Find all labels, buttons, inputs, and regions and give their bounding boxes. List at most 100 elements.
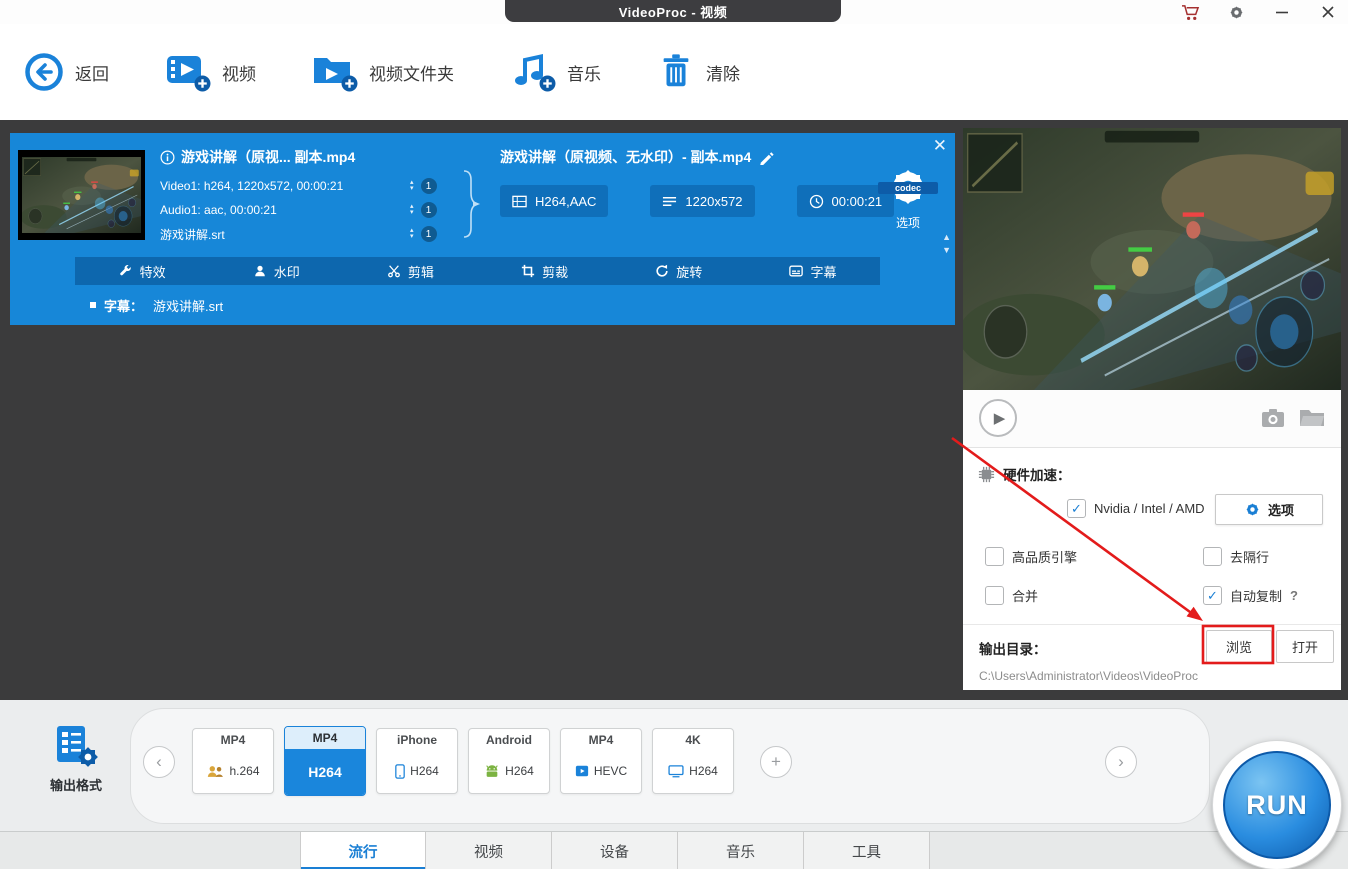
file-scroll-spinners[interactable]: ▲ ▼: [942, 233, 951, 255]
output-format-button[interactable]: 输出格式: [38, 724, 114, 794]
audio-track-row: Audio1: aac, 00:00:21 ▴ ▾ 1: [160, 201, 450, 219]
format-card-top-label: MP4: [285, 727, 365, 749]
edit-tab-rotate[interactable]: 旋转: [612, 257, 746, 285]
settings-panel: 硬件加速： Nvidia / Intel / AMD 选项 高品质引擎 去隔行: [963, 448, 1341, 690]
format-card-mp4-h264-legacy[interactable]: MP4 h.264: [192, 728, 274, 794]
tab-label: 流行: [348, 844, 378, 861]
add-format-button[interactable]: +: [760, 746, 792, 778]
audio-track-label: Audio1: aac, 00:00:21: [160, 203, 277, 217]
format-card-bottom-label: HEVC: [593, 764, 628, 778]
format-card-4k-h264[interactable]: 4K H264: [652, 728, 734, 794]
tab-label: 音乐: [726, 844, 755, 861]
tab-video[interactable]: 视频: [426, 832, 552, 869]
edit-tab-subtitle[interactable]: 字幕: [746, 257, 880, 285]
close-button[interactable]: [1318, 2, 1338, 22]
format-card-bottom-label: H264: [505, 764, 534, 778]
tab-tools[interactable]: 工具: [804, 832, 930, 869]
add-music-button[interactable]: 音乐: [510, 51, 601, 93]
scroll-left-button[interactable]: ‹: [143, 746, 175, 778]
tab-music[interactable]: 音乐: [678, 832, 804, 869]
clear-button[interactable]: 清除: [657, 52, 740, 92]
subtitle-track-row: 游戏讲解.srt ▴ ▾ 1: [160, 225, 450, 243]
merge-checkbox[interactable]: [985, 586, 1004, 605]
chevron-right-icon: ›: [1118, 752, 1124, 771]
minimize-button[interactable]: [1272, 2, 1292, 22]
format-card-top-label: Android: [486, 733, 532, 747]
file-panel: 游戏讲解（原视... 副本.mp4 Video1: h264, 1220x572…: [10, 133, 955, 325]
people-icon: [208, 765, 224, 777]
auto-copy-checkbox[interactable]: [1203, 586, 1222, 605]
video-preview[interactable]: [963, 128, 1341, 390]
crop-icon: [521, 264, 535, 278]
format-card-iphone-h264[interactable]: iPhone H264: [376, 728, 458, 794]
add-video-label: 视频: [222, 64, 256, 84]
open-button[interactable]: 打开: [1276, 630, 1334, 663]
audio-track-count-badge: 1: [420, 202, 437, 218]
edit-tab-crop[interactable]: 剪裁: [478, 257, 612, 285]
hardware-accel-row: 硬件加速：: [977, 464, 1071, 484]
film-frame-icon: [512, 195, 527, 207]
format-card-mp4-h264-selected[interactable]: MP4 H264: [284, 726, 366, 796]
video-folder-plus-icon: [314, 58, 358, 92]
codec-options-label: 选项: [895, 216, 920, 230]
format-card-bottom-label: H264: [410, 764, 439, 778]
video-track-stepper-icon[interactable]: ▴ ▾: [410, 179, 414, 192]
edit-tab-label: 水印: [273, 264, 300, 280]
gpu-vendor-checkbox[interactable]: [1067, 499, 1086, 518]
format-area: 输出格式 ‹ MP4 h.264 MP4 H264 iPhone H264 An…: [0, 700, 1348, 869]
gpu-vendor-label: Nvidia / Intel / AMD: [1094, 501, 1205, 516]
format-card-bottom-label: H264: [689, 764, 718, 778]
format-card-top-label: MP4: [220, 733, 246, 747]
video-thumbnail[interactable]: [18, 150, 145, 240]
video-track-row: Video1: h264, 1220x572, 00:00:21 ▴ ▾ 1: [160, 177, 450, 195]
edit-tab-label: 剪辑: [407, 264, 434, 280]
edit-tab-label: 剪裁: [542, 264, 569, 280]
rename-pencil-icon[interactable]: [759, 150, 774, 165]
edit-tab-watermark[interactable]: 水印: [209, 257, 343, 285]
merge-label: 合并: [1012, 589, 1039, 604]
open-folder-icon[interactable]: [1299, 407, 1325, 432]
format-card-mp4-hevc[interactable]: MP4 HEVC: [560, 728, 642, 794]
codec-options-button[interactable]: codec 选项: [874, 163, 942, 231]
run-button[interactable]: RUN: [1212, 740, 1342, 869]
play-button[interactable]: ▶: [979, 399, 1017, 437]
resolution-chip: 1220x572: [650, 185, 755, 217]
settings-divider: [963, 624, 1341, 625]
settings-gear-icon[interactable]: [1226, 2, 1246, 22]
codec-chip: H264,AAC: [500, 185, 609, 217]
snapshot-camera-icon[interactable]: [1261, 408, 1285, 433]
edit-toolbar: 特效 水印 剪辑 剪裁 旋转 字幕: [75, 257, 880, 285]
cart-icon[interactable]: [1180, 2, 1200, 22]
brace-connector-icon: [459, 169, 481, 244]
scroll-right-button[interactable]: ›: [1105, 746, 1137, 778]
chevron-left-icon: ‹: [156, 752, 162, 771]
output-path: C:\Users\Administrator\Videos\VideoProc: [979, 669, 1198, 683]
subtitle-track-stepper-icon[interactable]: ▴ ▾: [410, 227, 414, 240]
back-button[interactable]: 返回: [24, 52, 109, 92]
auto-copy-label: 自动复制: [1230, 589, 1283, 604]
format-card-android-h264[interactable]: Android H264: [468, 728, 550, 794]
high-quality-checkbox[interactable]: [985, 547, 1004, 566]
tab-popular[interactable]: 流行: [300, 832, 426, 869]
deinterlace-label: 去隔行: [1230, 550, 1270, 565]
browse-button[interactable]: 浏览: [1206, 630, 1272, 663]
add-video-folder-button[interactable]: 视频文件夹: [312, 51, 454, 93]
hardware-options-button[interactable]: 选项: [1215, 494, 1323, 525]
add-video-folder-label: 视频文件夹: [369, 64, 454, 84]
auto-copy-help-icon[interactable]: ?: [1290, 588, 1298, 603]
source-file-name: 游戏讲解（原视... 副本.mp4: [160, 147, 355, 167]
tab-device[interactable]: 设备: [552, 832, 678, 869]
edit-tab-effects[interactable]: 特效: [75, 257, 209, 285]
back-label: 返回: [75, 64, 109, 84]
clock-icon: [809, 194, 823, 208]
subtitle-status-file: 游戏讲解.srt: [153, 298, 224, 314]
deinterlace-checkbox[interactable]: [1203, 547, 1222, 566]
codec-badge: codec: [878, 182, 938, 194]
edit-tab-cut[interactable]: 剪辑: [343, 257, 477, 285]
remove-file-icon[interactable]: ✕: [933, 137, 947, 154]
add-video-button[interactable]: 视频: [165, 51, 256, 93]
audio-track-stepper-icon[interactable]: ▴ ▾: [410, 203, 414, 216]
info-icon[interactable]: [160, 150, 175, 165]
chip-icon: [978, 466, 995, 482]
videoproc-window: VideoProc - 视频 返回 视频 视频文件夹 音乐 清除 游戏讲解（原视…: [0, 0, 1348, 869]
